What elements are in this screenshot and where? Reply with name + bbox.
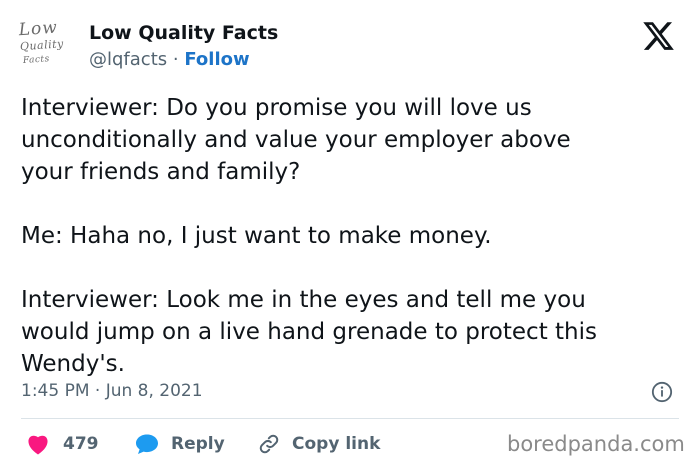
like-button[interactable]: 479 bbox=[26, 431, 99, 457]
tweet-paragraph: Interviewer: Look me in the eyes and tel… bbox=[21, 287, 597, 377]
reply-label: Reply bbox=[171, 434, 225, 454]
copy-link-button[interactable]: Copy link bbox=[258, 431, 380, 457]
logo-line-2: Quality bbox=[19, 37, 65, 54]
author-logo: Low Quality Facts bbox=[18, 16, 86, 76]
tweet-timestamp[interactable]: 1:45 PM · Jun 8, 2021 bbox=[21, 381, 203, 401]
tweet-paragraph: Interviewer: Do you promise you will lov… bbox=[21, 95, 571, 185]
watermark: boredpanda.com bbox=[507, 432, 685, 456]
like-count: 479 bbox=[63, 434, 99, 454]
divider bbox=[21, 418, 679, 419]
tweet-card: Low Quality Facts Low Quality Facts @lqf… bbox=[0, 0, 700, 471]
author-name[interactable]: Low Quality Facts bbox=[89, 22, 278, 44]
logo-line-1: Low bbox=[18, 17, 59, 41]
handle-separator: · bbox=[172, 49, 179, 70]
tweet-paragraph: Me: Haha no, I just want to make money. bbox=[21, 223, 492, 249]
info-icon[interactable] bbox=[651, 381, 673, 403]
follow-button[interactable]: Follow bbox=[184, 49, 249, 70]
link-icon bbox=[259, 434, 279, 454]
logo-line-3: Facts bbox=[22, 54, 51, 67]
heart-icon bbox=[28, 435, 48, 455]
x-logo-icon[interactable] bbox=[640, 19, 677, 53]
tweet-text: Interviewer: Do you promise you will lov… bbox=[21, 92, 681, 380]
reply-bubble-icon bbox=[136, 434, 158, 454]
author-handle[interactable]: @lqfacts bbox=[89, 49, 167, 70]
copy-link-label: Copy link bbox=[292, 434, 381, 454]
reply-button[interactable]: Reply bbox=[135, 431, 225, 457]
author-handle-row: @lqfacts · Follow bbox=[89, 49, 250, 70]
